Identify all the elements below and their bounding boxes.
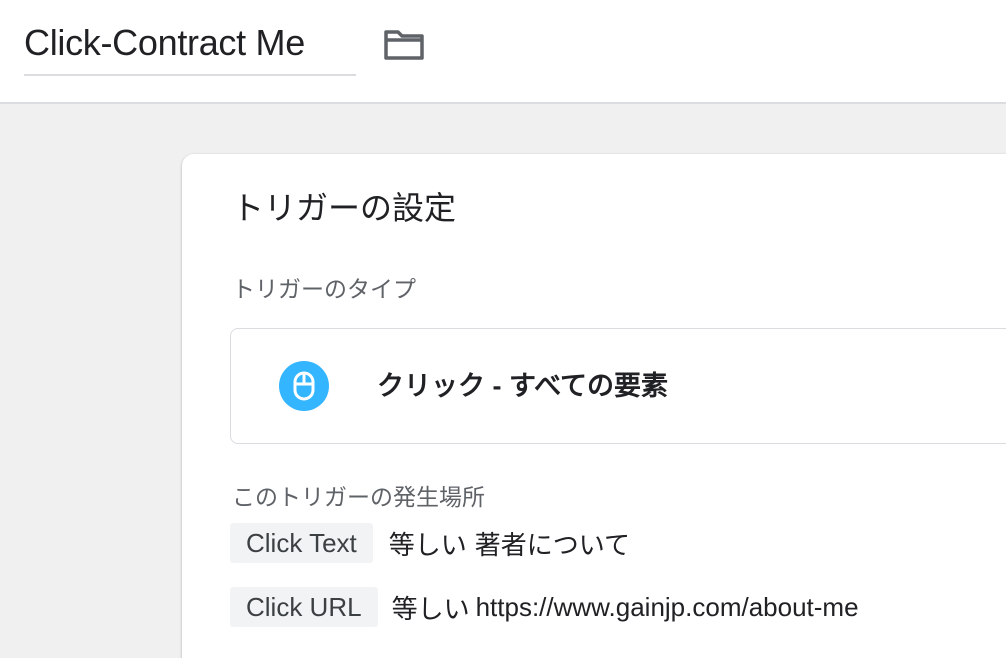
condition-variable-chip: Click Text — [230, 523, 373, 563]
card-heading: トリガーの設定 — [232, 190, 457, 226]
condition-row[interactable]: Click URL 等しい https://www.gainjp.com/abo… — [230, 586, 859, 628]
condition-value: https://www.gainjp.com/about-me — [475, 591, 859, 622]
condition-operator: 等しい — [391, 593, 470, 624]
condition-value: 著者について — [474, 529, 631, 560]
condition-row[interactable]: Click Text 等しい 著者について — [230, 522, 630, 564]
trigger-config-card: トリガーの設定 トリガーのタイプ クリック - すべての要素 このトリガーの発生… — [182, 154, 1006, 658]
trigger-name[interactable]: Click-Contract Me — [24, 18, 356, 68]
trigger-type-selector[interactable]: クリック - すべての要素 — [230, 328, 1006, 444]
trigger-name-field[interactable]: Click-Contract Me — [24, 18, 356, 76]
trigger-type-name: クリック - すべての要素 — [377, 371, 669, 401]
condition-operator: 等しい — [388, 529, 467, 560]
condition-variable-chip: Click URL — [230, 587, 378, 627]
fires-on-label: このトリガーの発生場所 — [232, 484, 485, 510]
trigger-type-label: トリガーのタイプ — [232, 276, 416, 302]
mouse-icon — [279, 361, 329, 411]
header-bar: Click-Contract Me — [0, 0, 1006, 104]
folder-icon[interactable] — [382, 26, 426, 62]
